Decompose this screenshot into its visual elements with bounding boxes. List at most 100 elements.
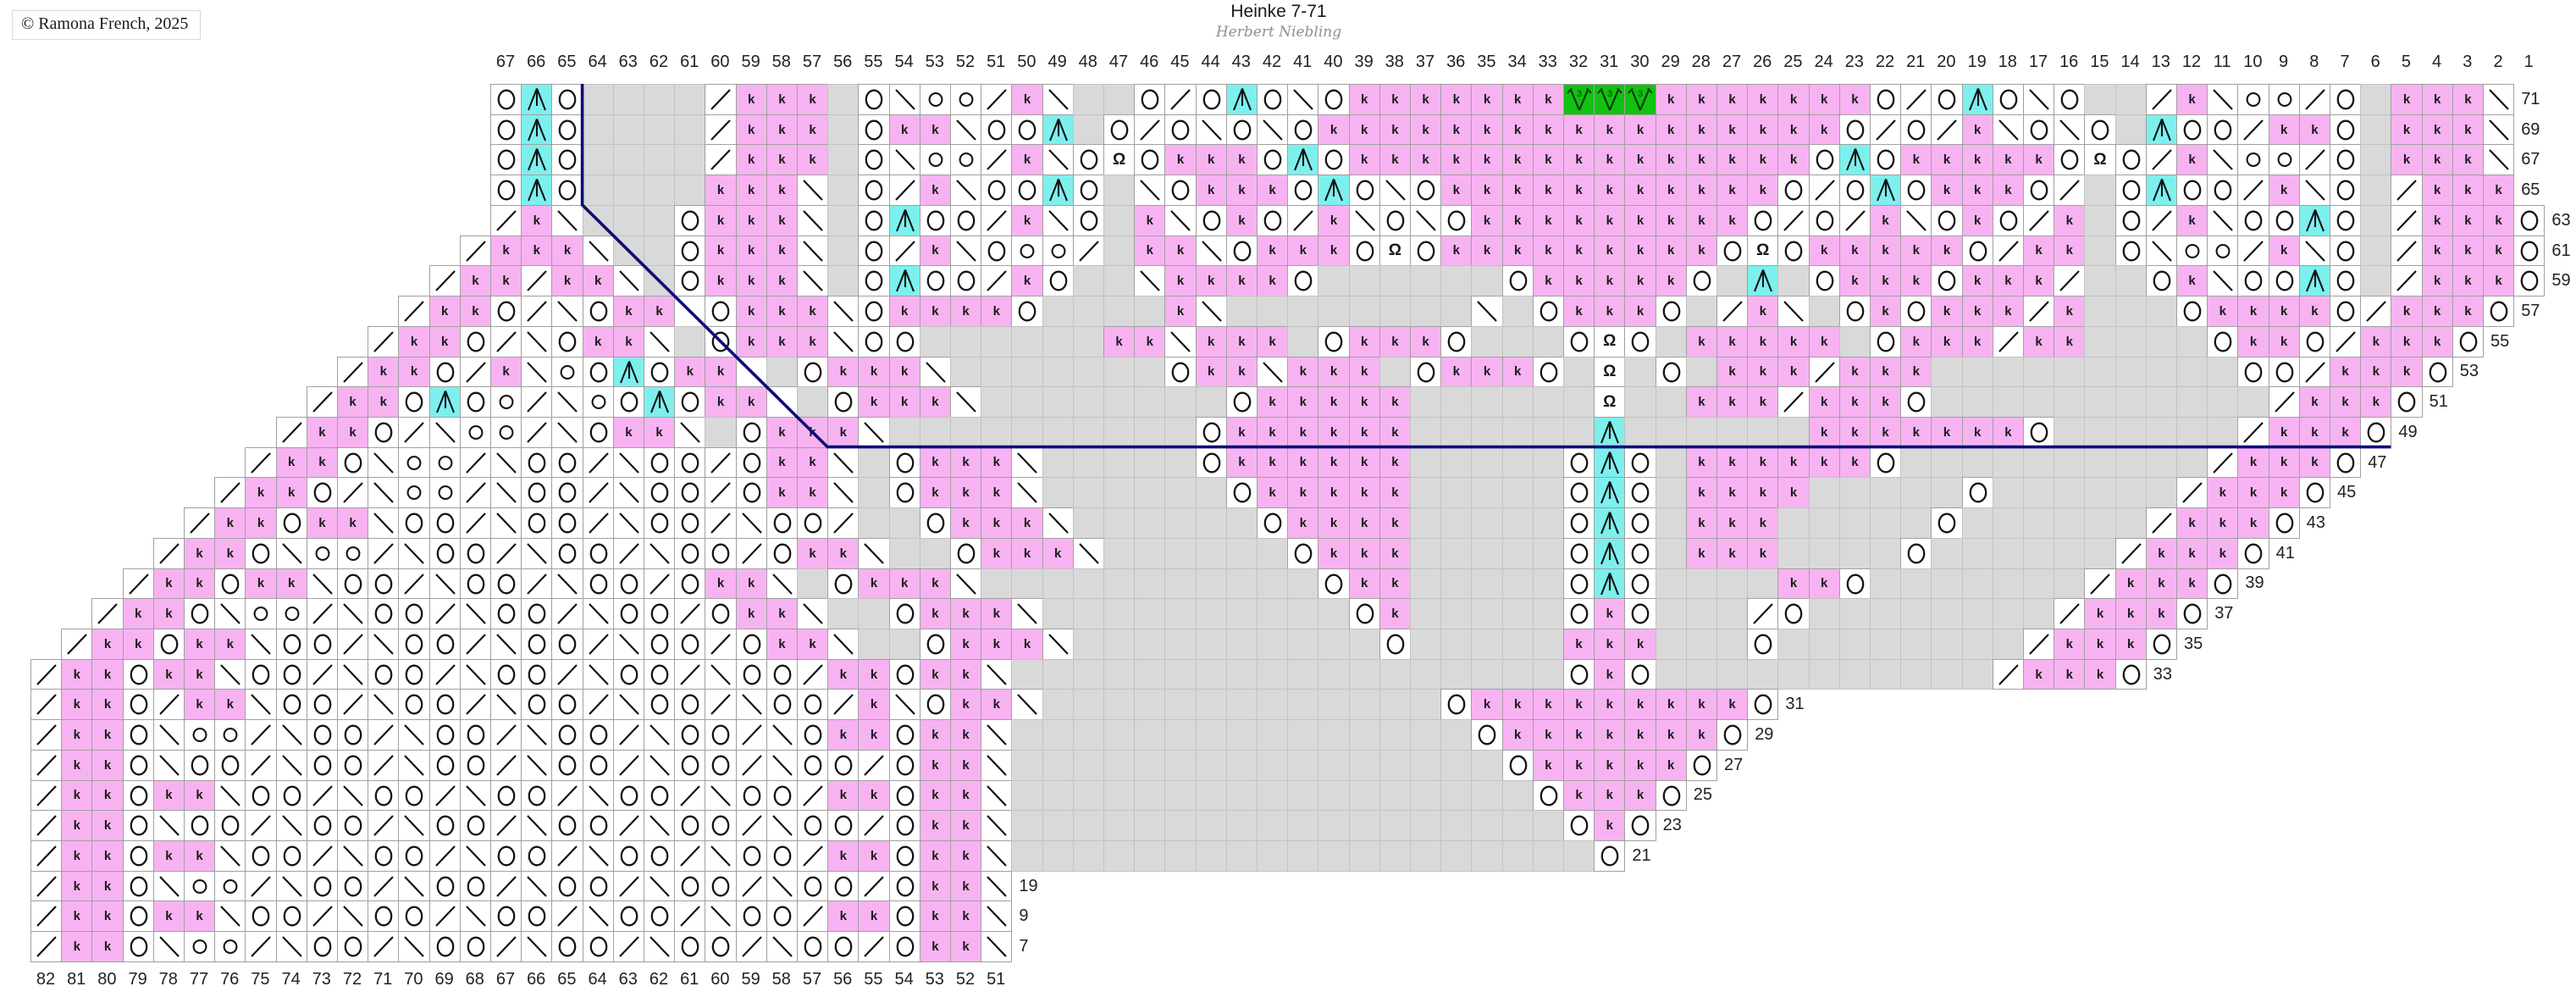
chart-cell-r65-c50 — [1011, 175, 1042, 206]
chart-cell-r35-c23 — [1839, 629, 1871, 660]
chart-cell-r27-c71 — [368, 750, 399, 781]
chart-cell-r41-c59 — [736, 538, 767, 569]
chart-cell-r45-c60 — [705, 477, 736, 508]
chart-cell-r59-c58: k — [766, 265, 798, 296]
chart-cell-r65-c62 — [644, 175, 675, 206]
chart-cell-r51-c19 — [1962, 386, 1993, 418]
chart-cell-r71-c11 — [2207, 84, 2238, 115]
chart-cell-r7-c59 — [736, 931, 767, 962]
chart-cell-r25-c79 — [123, 780, 154, 812]
chart-cell-r37-c35 — [1471, 598, 1502, 629]
chart-cell-r45-c22 — [1870, 477, 1901, 508]
chart-cell-r63-c18 — [1993, 205, 2024, 236]
chart-cell-r9-c57 — [797, 900, 828, 932]
chart-cell-r59-c18: k — [1993, 265, 2024, 296]
chart-cell-r49-c52 — [950, 417, 981, 448]
chart-cell-r67-c32: k — [1563, 144, 1595, 175]
chart-cell-r61-c30: k — [1624, 236, 1656, 267]
chart-cell-r29-c51 — [981, 719, 1012, 751]
chart-cell-r47-c33 — [1533, 447, 1564, 479]
chart-cell-r59-c5 — [2391, 265, 2422, 296]
chart-cell-r57-c31: k — [1594, 296, 1625, 327]
chart-cell-r7-c68 — [460, 931, 491, 962]
chart-cell-r21-c68 — [460, 840, 491, 872]
chart-cell-r19-c55 — [858, 871, 889, 902]
chart-cell-r43-c76: k — [214, 507, 246, 539]
chart-cell-r39-c66 — [521, 568, 552, 600]
chart-cell-r35-c38 — [1379, 629, 1411, 660]
chart-cell-r39-c23 — [1839, 568, 1871, 600]
chart-cell-r9-c70 — [398, 900, 429, 932]
chart-cell-r43-c66 — [521, 507, 552, 539]
chart-cell-r67-c33: k — [1533, 144, 1564, 175]
chart-cell-r45-c73 — [307, 477, 338, 508]
chart-cell-r57-c19: k — [1962, 296, 1993, 327]
bottom-column-label-79: 79 — [123, 970, 153, 989]
chart-cell-r33-c76 — [214, 659, 246, 690]
chart-cell-r65-c28: k — [1686, 175, 1717, 206]
chart-cell-r65-c56 — [827, 175, 859, 206]
chart-cell-r65-c48 — [1073, 175, 1104, 206]
chart-cell-r55-c16: k — [2054, 326, 2085, 357]
chart-cell-r59-c16 — [2054, 265, 2085, 296]
chart-cell-r53-c36: k — [1440, 357, 1472, 388]
chart-cell-r71-c28: k — [1686, 84, 1717, 115]
chart-cell-r23-c32 — [1563, 810, 1595, 841]
chart-cell-r63-c19: k — [1962, 205, 1993, 236]
chart-cell-r61-c13 — [2146, 236, 2177, 267]
chart-cell-r61-c42: k — [1257, 236, 1288, 267]
chart-cell-r35-c30: k — [1624, 629, 1656, 660]
chart-cell-r37-c26 — [1747, 598, 1778, 629]
chart-cell-r19-c73 — [307, 871, 338, 902]
chart-cell-r63-c22: k — [1870, 205, 1901, 236]
chart-cell-r23-c38 — [1379, 810, 1411, 841]
chart-cell-r37-c41 — [1287, 598, 1318, 629]
column-header-28: 28 — [1686, 53, 1716, 72]
chart-cell-r59-c4: k — [2422, 265, 2453, 296]
chart-cell-r29-c30: k — [1624, 719, 1656, 751]
chart-cell-r53-c18 — [1993, 357, 2024, 388]
chart-cell-r37-c63 — [613, 598, 644, 629]
chart-cell-r33-c68 — [460, 659, 491, 690]
chart-cell-r53-c34: k — [1502, 357, 1534, 388]
chart-cell-r43-c15 — [2084, 507, 2115, 539]
chart-cell-r25-c39 — [1349, 780, 1380, 812]
chart-cell-r39-c12: k — [2176, 568, 2208, 600]
chart-cell-r31-c65 — [551, 689, 583, 720]
chart-cell-r53-c59 — [736, 357, 767, 388]
chart-cell-r65-c9: k — [2269, 175, 2300, 206]
chart-cell-r21-c71 — [368, 840, 399, 872]
chart-cell-r55-c29 — [1656, 326, 1687, 357]
chart-cell-r61-c18 — [1993, 236, 2024, 267]
chart-cell-r59-c24 — [1809, 265, 1840, 296]
chart-cell-r39-c45 — [1164, 568, 1196, 600]
column-header-48: 48 — [1073, 53, 1103, 72]
chart-cell-r61-c32: k — [1563, 236, 1595, 267]
chart-cell-r29-c79 — [123, 719, 154, 751]
column-header-5: 5 — [2391, 53, 2421, 72]
chart-cell-r63-c48 — [1073, 205, 1104, 236]
chart-cell-r63-c45 — [1164, 205, 1196, 236]
chart-cell-r51-c14 — [2115, 386, 2147, 418]
chart-cell-r43-c13 — [2146, 507, 2177, 539]
chart-cell-r9-c65 — [551, 900, 583, 932]
chart-cell-r37-c77 — [184, 598, 215, 629]
chart-cell-r65-c37 — [1410, 175, 1441, 206]
chart-cell-r29-c52: k — [950, 719, 981, 751]
chart-cell-r55-c64: k — [583, 326, 614, 357]
chart-cell-r23-c33 — [1533, 810, 1564, 841]
chart-cell-r23-c34 — [1502, 810, 1534, 841]
chart-cell-r35-c26 — [1747, 629, 1778, 660]
chart-cell-r31-c33: k — [1533, 689, 1564, 720]
chart-cell-r39-c36 — [1440, 568, 1472, 600]
chart-cell-r27-c58 — [766, 750, 798, 781]
chart-cell-r41-c28: k — [1686, 538, 1717, 569]
chart-cell-r19-c59 — [736, 871, 767, 902]
chart-title: Heinke 7-71 — [1152, 2, 1406, 22]
chart-cell-r41-c46 — [1134, 538, 1165, 569]
chart-cell-r7-c53: k — [920, 931, 951, 962]
chart-cell-r25-c38 — [1379, 780, 1411, 812]
chart-cell-r37-c73 — [307, 598, 338, 629]
chart-cell-r35-c21 — [1900, 629, 1932, 660]
chart-cell-r31-c43 — [1226, 689, 1258, 720]
